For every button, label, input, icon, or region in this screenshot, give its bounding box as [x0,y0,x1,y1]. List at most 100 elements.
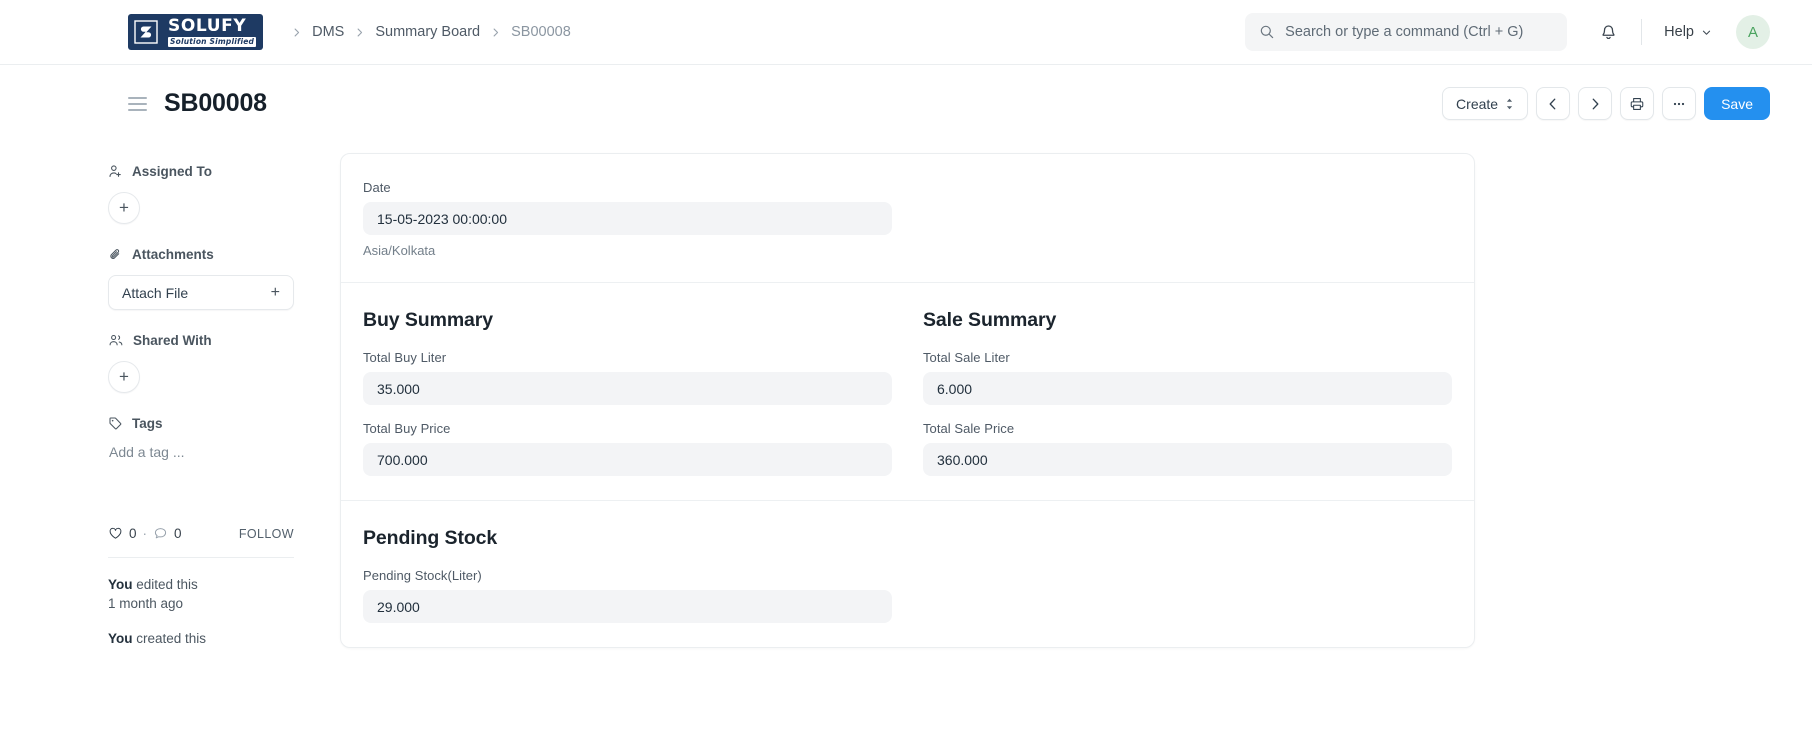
sale-summary-title: Sale Summary [923,309,1057,331]
activity-actor: You [108,577,133,592]
pending-stock-grid: Pending Stock(Liter) [363,568,1452,623]
print-button[interactable] [1620,87,1655,120]
like-count: 0 [129,526,137,541]
shared-with-label: Shared With [133,333,212,348]
page-header: SB00008 Create Save [0,65,1812,134]
shared-with-header: Shared With [108,333,340,348]
avatar[interactable]: A [1736,15,1770,49]
field-total-buy-liter: Total Buy Liter [363,350,892,405]
help-menu-button[interactable]: Help [1656,17,1720,47]
like-control[interactable]: 0 [108,526,137,541]
create-label: Create [1456,95,1499,112]
breadcrumb-separator-icon [490,27,501,38]
follow-button[interactable]: FOLLOW [239,527,294,541]
activity-actor: You [108,631,133,646]
field-total-buy-price: Total Buy Price [363,421,892,476]
attachments-header: Attachments [108,247,340,262]
comment-icon [153,526,168,541]
sidebar-section-attachments: Attachments Attach File + [108,247,340,310]
pending-stock-spacer [923,568,1452,623]
bell-icon [1599,23,1618,42]
page-title: SB00008 [164,89,267,117]
activity-action: created this [132,631,207,646]
activity-text: You edited this [108,575,308,594]
date-row: Date Asia/Kolkata [363,180,1452,258]
activity-item: You created this [108,629,308,648]
create-button[interactable]: Create [1442,87,1529,120]
chevron-down-icon [1701,27,1712,38]
add-assignment-button[interactable]: + [108,192,140,224]
add-share-button[interactable]: + [108,361,140,393]
tags-header: Tags [108,416,340,431]
total-sale-price-input[interactable] [923,443,1452,476]
menu-bar [128,108,147,111]
menu-bar [128,96,147,99]
sidebar-section-tags: Tags Add a tag ... [108,416,340,460]
comment-control[interactable]: 0 [153,526,182,541]
heart-icon [108,526,123,541]
total-buy-price-label: Total Buy Price [363,421,451,436]
search-icon [1259,24,1275,40]
attach-file-label: Attach File [122,284,189,301]
total-buy-price-input[interactable] [363,443,892,476]
sidebar-toggle-icon[interactable] [128,96,147,111]
add-tag-input[interactable]: Add a tag ... [108,444,340,460]
breadcrumb-item-summary-board[interactable]: Summary Board [375,24,480,40]
help-label: Help [1664,24,1694,40]
activity-text: You created this [108,629,308,648]
page-body: Assigned To + Attachments Attach File + [0,134,1812,664]
logo-mark-icon [130,16,162,48]
paperclip-icon [108,247,123,262]
chevron-right-icon [1588,97,1602,111]
date-input[interactable] [363,202,892,235]
more-options-button[interactable] [1662,87,1697,120]
chevron-left-icon [1546,97,1560,111]
search-input[interactable] [1285,24,1554,40]
summaries-grid: Buy Summary Total Buy Liter Sale Summary… [363,309,1452,476]
previous-record-button[interactable] [1536,87,1571,120]
plus-icon: + [270,283,280,301]
page-actions-toolbar: Create Save [1442,87,1770,120]
assigned-to-label: Assigned To [132,164,213,179]
breadcrumb-item-dms[interactable]: DMS [312,24,344,40]
ellipsis-icon [1671,96,1687,112]
field-pending-stock-liter: Pending Stock(Liter) [363,568,892,623]
pending-stock-title: Pending Stock [363,527,498,549]
attachments-label: Attachments [132,247,214,262]
search-box[interactable] [1245,13,1568,51]
buy-summary-title-cell: Buy Summary Total Buy Liter [363,309,892,405]
menu-bar [128,102,147,105]
pending-stock-label: Pending Stock(Liter) [363,568,482,583]
form-section-summaries: Buy Summary Total Buy Liter Sale Summary… [341,283,1474,501]
save-button[interactable]: Save [1704,87,1770,120]
sidebar-social-bar: 0 · 0 FOLLOW [108,526,294,558]
total-buy-liter-input[interactable] [363,372,892,405]
form-card: Date Asia/Kolkata Buy Summary Total Buy … [340,153,1475,648]
navbar-right: Help A [1245,13,1770,51]
breadcrumb-separator-icon [354,27,365,38]
solufy-logo[interactable]: SOLUFY Solution Simplified [128,14,264,50]
notifications-button[interactable] [1589,13,1627,51]
pending-stock-input[interactable] [363,590,892,623]
navbar-left: SOLUFY Solution Simplified DMS Summary B… [128,14,571,50]
total-sale-price-label: Total Sale Price [923,421,1015,436]
total-sale-liter-label: Total Sale Liter [923,350,1010,365]
sidebar-section-shared-with: Shared With + [108,333,340,393]
date-row-spacer [923,180,1452,258]
total-sale-liter-input[interactable] [923,372,1452,405]
field-total-sale-liter: Total Sale Liter [923,350,1452,405]
social-separator: · [142,526,148,541]
field-date: Date Asia/Kolkata [363,180,892,258]
form-sidebar: Assigned To + Attachments Attach File + [107,134,340,664]
field-total-sale-price: Total Sale Price [923,421,1452,476]
timezone-help-text: Asia/Kolkata [363,243,436,258]
total-buy-liter-label: Total Buy Liter [363,350,447,365]
attach-file-button[interactable]: Attach File + [108,275,294,310]
comment-count: 0 [174,526,182,541]
next-record-button[interactable] [1578,87,1613,120]
breadcrumb-separator-icon [291,27,302,38]
breadcrumb: DMS Summary Board SB00008 [281,24,571,40]
activity-log: You edited this 1 month ago You created … [108,575,308,648]
logo-wordmark: SOLUFY Solution Simplified [165,16,261,48]
logo-name: SOLUFY [168,15,247,36]
